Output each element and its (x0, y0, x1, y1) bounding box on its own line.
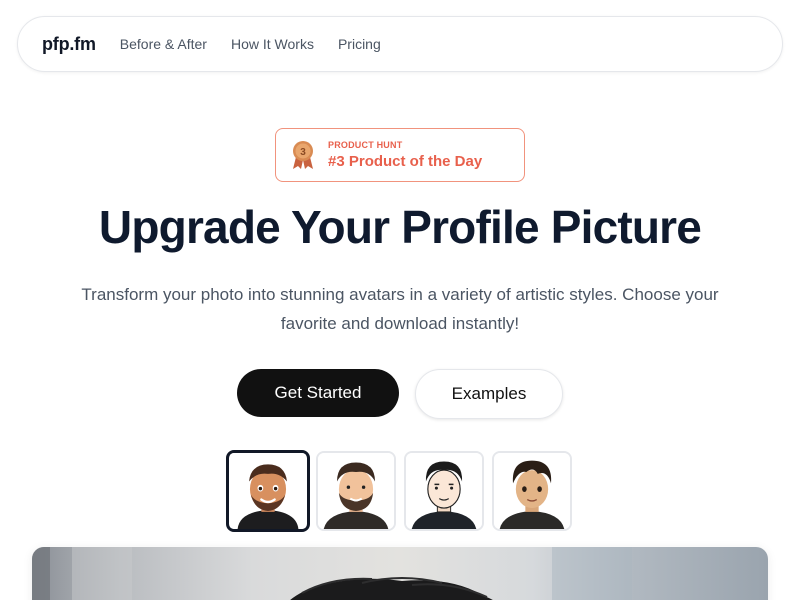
style-thumbnail-line-art[interactable] (404, 451, 484, 531)
avatar-line-art-image (406, 453, 482, 529)
get-started-button[interactable]: Get Started (237, 369, 399, 417)
style-thumbnail-anime[interactable] (492, 451, 572, 531)
preview-photo (32, 547, 632, 600)
style-thumbnail-illustrated[interactable] (316, 451, 396, 531)
style-thumbnail-3d[interactable] (226, 450, 310, 532)
examples-button[interactable]: Examples (415, 369, 563, 419)
badge-label: PRODUCT HUNT (328, 140, 403, 150)
nav-link-before-after[interactable]: Before & After (120, 36, 207, 52)
avatar-3d-cartoon-image (230, 453, 306, 529)
logo[interactable]: pfp.fm (42, 34, 96, 55)
product-hunt-badge[interactable]: 3 PRODUCT HUNT #3 Product of the Day (275, 128, 525, 182)
avatar-anime-image (494, 453, 570, 529)
style-thumbnails (226, 450, 576, 532)
nav-link-pricing[interactable]: Pricing (338, 36, 381, 52)
badge-title: #3 Product of the Day (328, 153, 483, 170)
hero-subtitle: Transform your photo into stunning avata… (81, 285, 719, 333)
medal-icon: 3 (293, 141, 313, 169)
nav-link-how-it-works[interactable]: How It Works (231, 36, 314, 52)
hero-title: Upgrade Your Profile Picture (98, 201, 702, 253)
avatar-illustrated-image (318, 453, 394, 529)
medal-number: 3 (300, 147, 306, 158)
top-navbar: pfp.fm Before & After How It Works Prici… (17, 16, 783, 72)
before-after-preview-image (32, 547, 768, 600)
